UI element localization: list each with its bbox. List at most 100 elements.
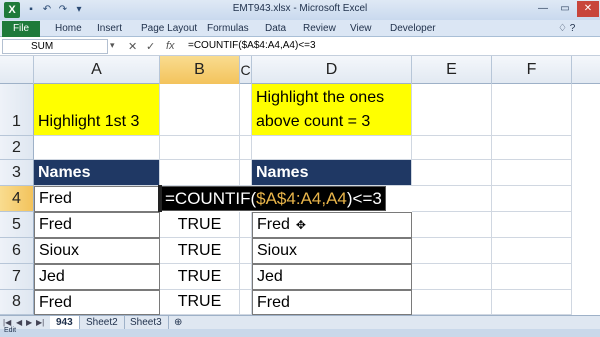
- cell-e3[interactable]: [412, 160, 492, 186]
- formula-input[interactable]: =COUNTIF($A$4:A4,A4)<=3: [188, 39, 598, 54]
- cell-f1[interactable]: [492, 84, 572, 136]
- edit-formula-range: $A$4:A4,A4: [256, 188, 347, 208]
- active-cell-outline: [158, 185, 162, 212]
- tab-file[interactable]: File: [2, 21, 40, 37]
- row-header-1[interactable]: 1: [0, 84, 34, 136]
- cell-c1[interactable]: [240, 84, 252, 136]
- cell-f5[interactable]: [492, 212, 572, 238]
- cell-b8[interactable]: TRUE: [160, 290, 240, 315]
- window-title: EMT943.xlsx - Microsoft Excel: [232, 3, 368, 14]
- column-header-f[interactable]: F: [492, 56, 572, 84]
- next-sheet-icon[interactable]: ▶: [26, 318, 32, 327]
- cell-f3[interactable]: [492, 160, 572, 186]
- cell-e4[interactable]: [412, 186, 492, 212]
- minimize-icon[interactable]: —: [532, 1, 554, 17]
- name-box-dropdown-icon[interactable]: ▾: [110, 40, 115, 51]
- prev-sheet-icon[interactable]: ◀: [16, 318, 22, 327]
- cell-c3[interactable]: [240, 160, 252, 186]
- insert-sheet-icon[interactable]: ⊕: [168, 316, 188, 329]
- cell-c7[interactable]: [240, 264, 252, 290]
- column-header-b[interactable]: B: [160, 56, 240, 84]
- cell-c5[interactable]: [240, 212, 252, 238]
- cell-a1[interactable]: Highlight 1st 3: [34, 84, 160, 136]
- tab-review[interactable]: Review: [303, 23, 336, 34]
- cell-a2[interactable]: [34, 136, 160, 160]
- cell-b1[interactable]: [160, 84, 240, 136]
- cell-b4-editing[interactable]: =COUNTIF($A$4:A4,A4)<=3: [160, 186, 386, 211]
- cell-c8[interactable]: [240, 290, 252, 315]
- cell-a4[interactable]: Fred: [34, 186, 160, 212]
- cell-d7[interactable]: Jed: [252, 264, 412, 290]
- help-icon[interactable]: ♢ ?: [558, 23, 575, 34]
- cell-f2[interactable]: [492, 136, 572, 160]
- tab-formulas[interactable]: Formulas: [207, 23, 249, 34]
- cell-e2[interactable]: [412, 136, 492, 160]
- cell-e5[interactable]: [412, 212, 492, 238]
- column-header-d[interactable]: D: [252, 56, 412, 84]
- tab-home[interactable]: Home: [55, 23, 82, 34]
- tab-developer[interactable]: Developer: [390, 23, 436, 34]
- enter-entry-icon[interactable]: ✓: [146, 40, 155, 53]
- cell-d1[interactable]: Highlight the ones above count = 3: [252, 84, 412, 136]
- cell-a6[interactable]: Sioux: [34, 238, 160, 264]
- column-header-e[interactable]: E: [412, 56, 492, 84]
- cell-a3-header[interactable]: Names: [34, 160, 160, 186]
- cell-b2[interactable]: [160, 136, 240, 160]
- cell-d6[interactable]: Sioux: [252, 238, 412, 264]
- column-header-c[interactable]: C: [240, 56, 252, 84]
- ribbon-tabs: File Home Insert Page Layout Formulas Da…: [0, 20, 600, 37]
- cell-d8[interactable]: Fred: [252, 290, 412, 315]
- cell-b6[interactable]: TRUE: [160, 238, 240, 264]
- cancel-entry-icon[interactable]: ✕: [128, 40, 137, 53]
- cell-f7[interactable]: [492, 264, 572, 290]
- cell-a7[interactable]: Jed: [34, 264, 160, 290]
- row-header-8[interactable]: 8: [0, 290, 34, 315]
- column-header-a[interactable]: A: [34, 56, 160, 84]
- tab-insert[interactable]: Insert: [97, 23, 122, 34]
- cell-e1[interactable]: [412, 84, 492, 136]
- status-mode: Edit: [4, 327, 17, 334]
- cell-a5[interactable]: Fred: [34, 212, 160, 238]
- status-bar: Edit: [0, 327, 600, 337]
- tab-view[interactable]: View: [350, 23, 372, 34]
- cell-b5[interactable]: TRUE: [160, 212, 240, 238]
- cell-e8[interactable]: [412, 290, 492, 315]
- cell-e6[interactable]: [412, 238, 492, 264]
- cell-d2[interactable]: [252, 136, 412, 160]
- select-all-corner[interactable]: [0, 56, 34, 84]
- cell-f8[interactable]: [492, 290, 572, 315]
- last-sheet-icon[interactable]: ▶|: [36, 318, 44, 327]
- cell-b7[interactable]: TRUE: [160, 264, 240, 290]
- first-sheet-icon[interactable]: |◀: [3, 318, 11, 327]
- title-bar: X ▪ ↶ ↷ ▾ EMT943.xlsx - Microsoft Excel …: [0, 0, 600, 20]
- row-header-7[interactable]: 7: [0, 264, 34, 290]
- sheet-tab-sheet2[interactable]: Sheet2: [80, 316, 125, 329]
- row-header-6[interactable]: 6: [0, 238, 34, 264]
- insert-function-icon[interactable]: fx: [166, 40, 175, 52]
- name-box[interactable]: SUM: [2, 39, 108, 54]
- tab-page-layout[interactable]: Page Layout: [141, 23, 197, 34]
- maximize-icon[interactable]: ▭: [554, 1, 576, 17]
- cell-d3-header[interactable]: Names: [252, 160, 412, 186]
- cell-b3[interactable]: [160, 160, 240, 186]
- sheet-tab-sheet3[interactable]: Sheet3: [124, 316, 169, 329]
- cell-c6[interactable]: [240, 238, 252, 264]
- row-header-3[interactable]: 3: [0, 160, 34, 186]
- cell-f4[interactable]: [492, 186, 572, 212]
- edit-formula-prefix: =COUNTIF(: [165, 188, 257, 208]
- cell-a8[interactable]: Fred: [34, 290, 160, 315]
- cell-d5[interactable]: Fred ✥: [252, 212, 412, 238]
- cell-c2[interactable]: [240, 136, 252, 160]
- row-header-5[interactable]: 5: [0, 212, 34, 238]
- cell-e7[interactable]: [412, 264, 492, 290]
- sheet-tab-943[interactable]: 943: [50, 316, 80, 329]
- cursor-move-icon: ✥: [295, 218, 306, 232]
- tab-data[interactable]: Data: [265, 23, 286, 34]
- row-header-4[interactable]: 4: [0, 186, 34, 212]
- close-icon[interactable]: ✕: [577, 1, 599, 17]
- cell-d1-line-2: above count = 3: [256, 112, 371, 130]
- formula-bar: SUM ▾ ✕ ✓ fx =COUNTIF($A$4:A4,A4)<=3: [0, 37, 600, 56]
- row-header-2[interactable]: 2: [0, 136, 34, 160]
- cell-f6[interactable]: [492, 238, 572, 264]
- column-header-overflow: [572, 56, 600, 84]
